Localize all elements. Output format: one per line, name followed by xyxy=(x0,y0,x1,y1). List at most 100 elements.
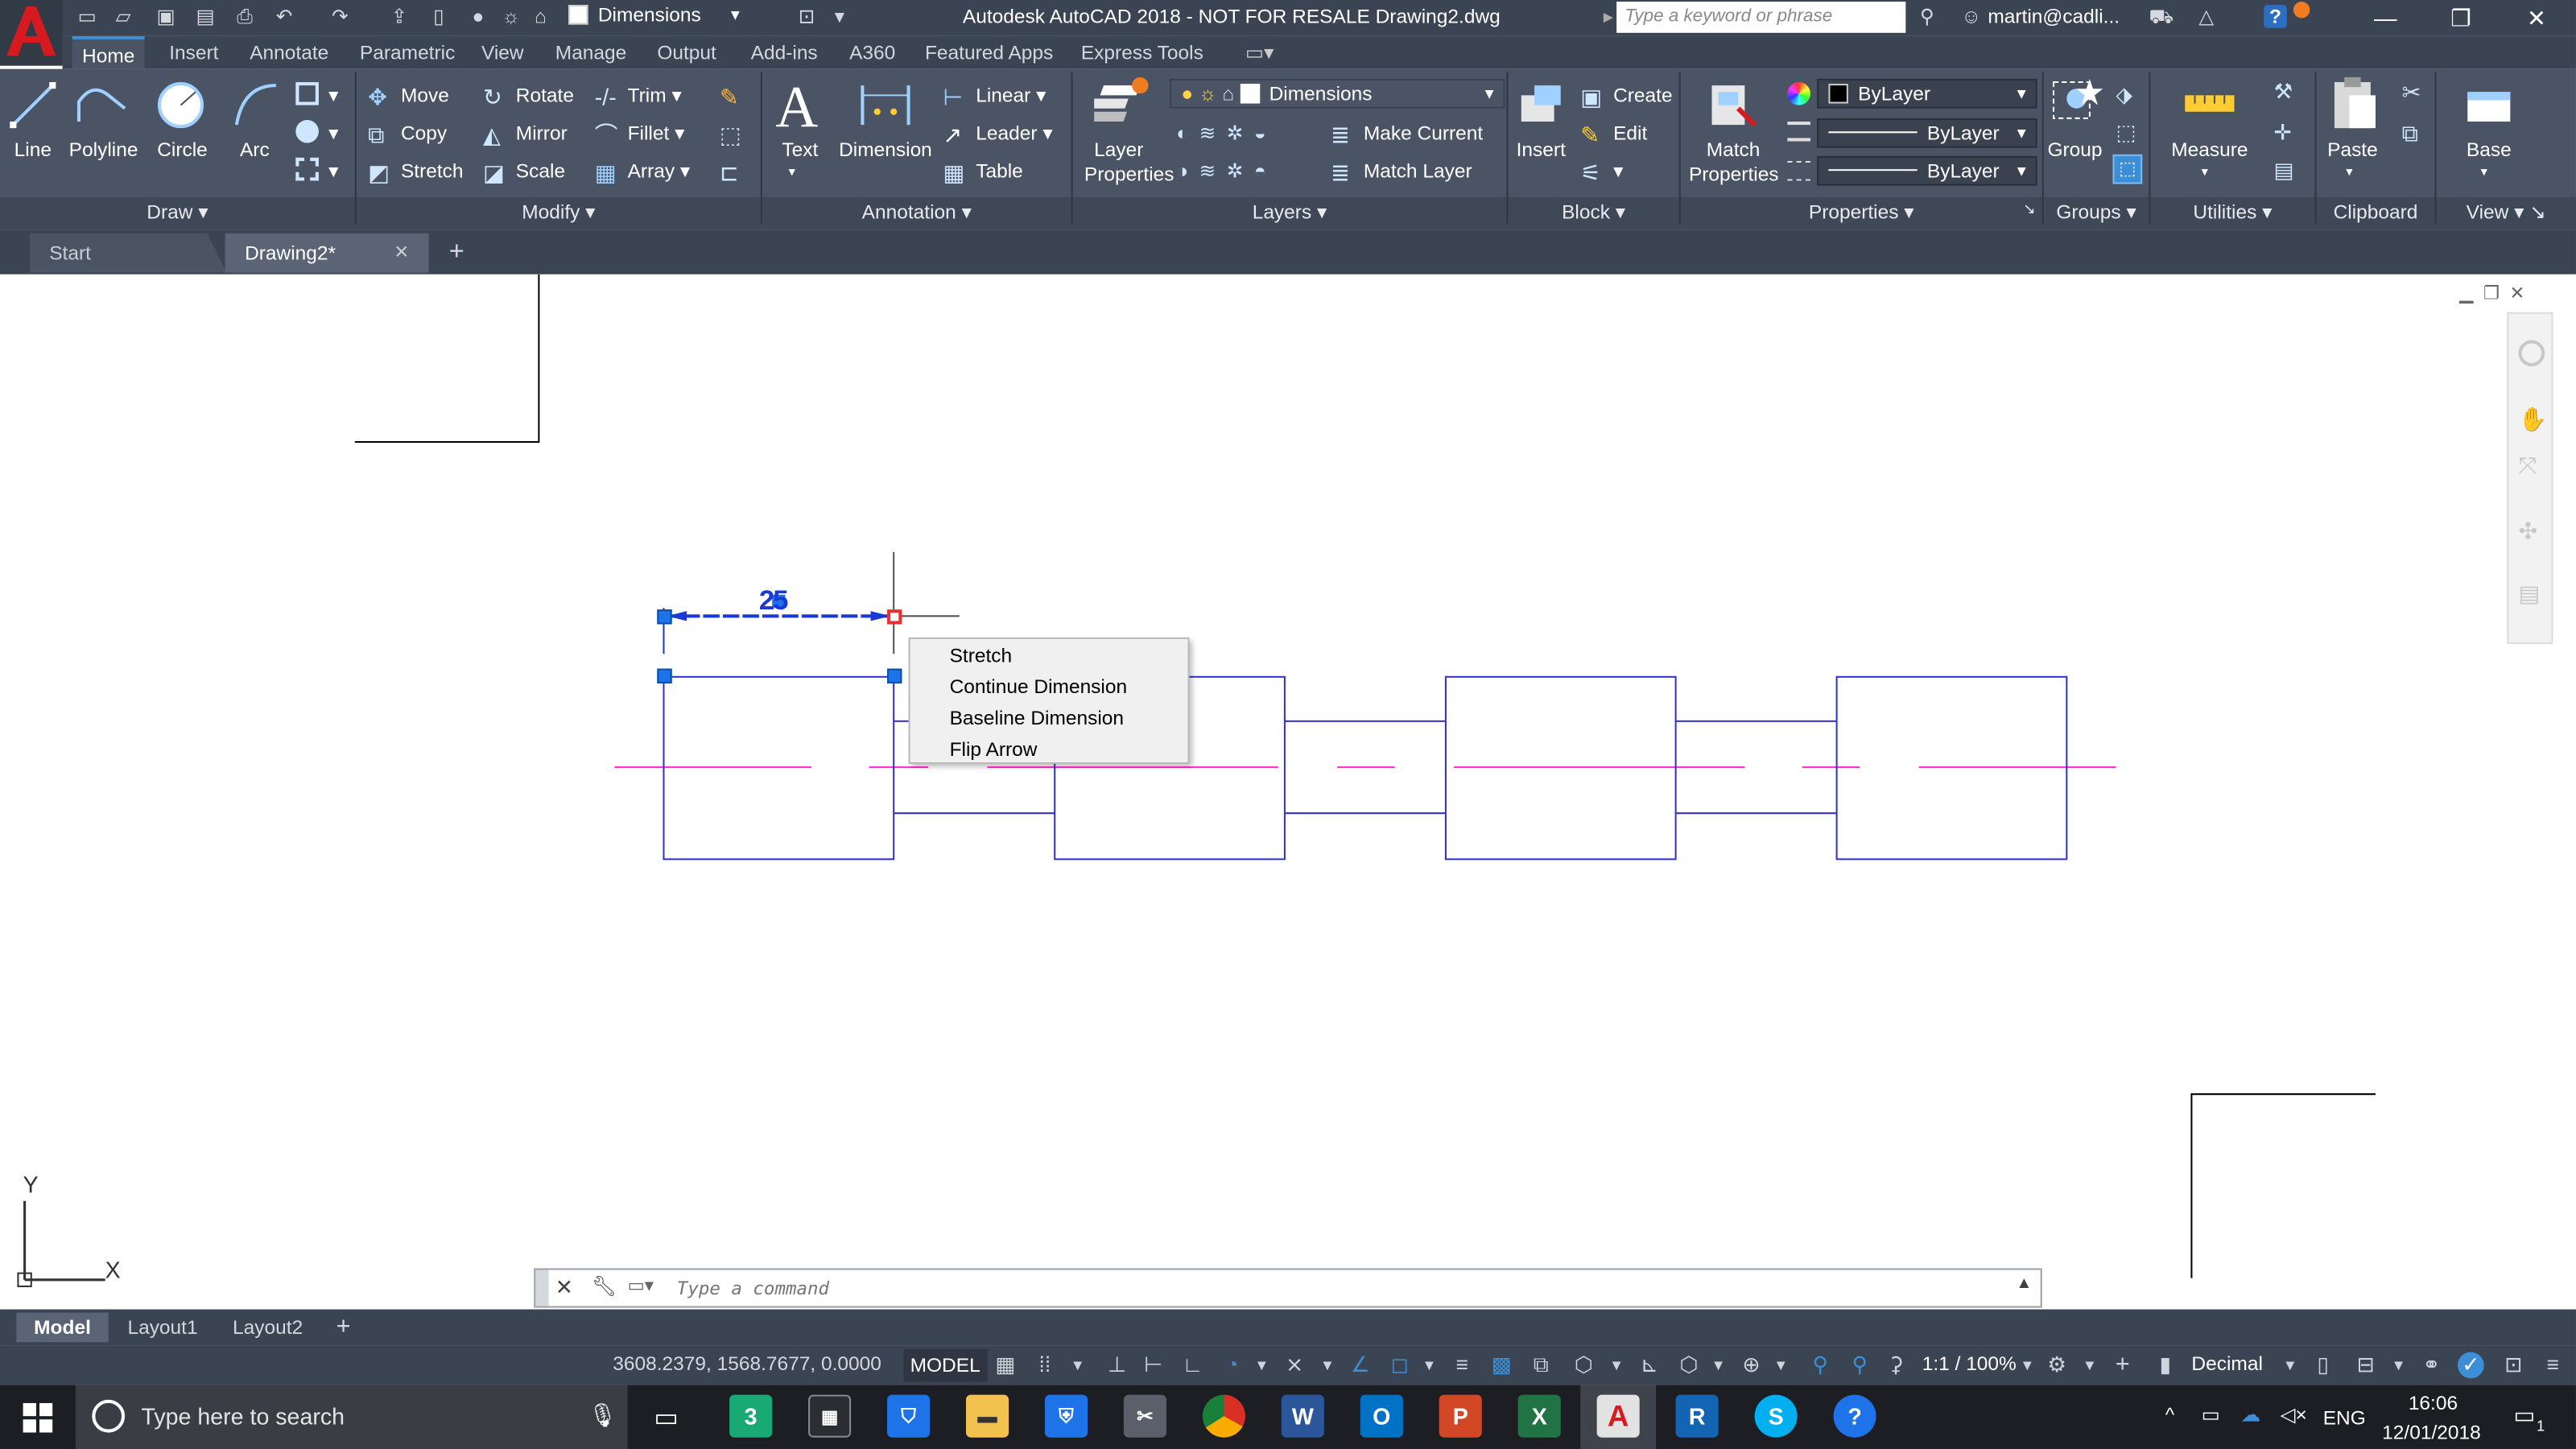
fillet-button[interactable]: ⌒ Fillet ▾ xyxy=(595,118,685,148)
gizmo-icon[interactable]: ⊕ xyxy=(1738,1352,1765,1379)
offset-button[interactable]: ⊏ xyxy=(720,156,753,186)
onedrive-icon[interactable]: ☁ xyxy=(2241,1403,2260,1426)
linear-dimension-button[interactable]: ⊢ Linear ▾ xyxy=(943,80,1046,110)
tab-drawing2[interactable]: Drawing2* ✕ xyxy=(225,233,429,273)
menu-item-baseline-dimension[interactable]: Baseline Dimension xyxy=(950,707,1124,730)
grip-dim-left[interactable] xyxy=(657,609,672,625)
isodraft-icon[interactable]: ⨯ xyxy=(1282,1352,1308,1379)
close-tab-icon[interactable]: ✕ xyxy=(394,233,409,273)
help-icon[interactable]: ? xyxy=(2264,5,2287,28)
line-button[interactable]: Line xyxy=(6,138,59,163)
taskbar-snipping-tool-icon[interactable]: ✂ xyxy=(1123,1394,1166,1438)
dynamic-input-icon[interactable]: ⊢ xyxy=(1140,1352,1166,1379)
taskbar-calculator-icon[interactable]: ▦ xyxy=(808,1394,852,1438)
user-account[interactable]: martin@cadli... xyxy=(1988,5,2120,28)
transparency-icon[interactable]: ▩ xyxy=(1488,1352,1515,1379)
new-tab-plus-icon[interactable]: + xyxy=(437,237,477,270)
dynamic-ucs-icon[interactable]: ⊾ xyxy=(1637,1352,1663,1379)
edit-attributes-button[interactable]: ⚟ ▾ xyxy=(1580,156,1623,186)
recent-commands-icon[interactable]: ▭▾ xyxy=(628,1275,654,1296)
dialog-launcher-icon[interactable]: ↘ xyxy=(2023,200,2035,218)
qat-layer-dropdown[interactable]: Dimensions ▼ xyxy=(558,2,749,31)
panel-title-view[interactable]: View ▾ ↘ xyxy=(2437,200,2576,227)
make-current-button[interactable]: ≣ Make Current xyxy=(1331,118,1483,148)
orbit-icon[interactable]: ✣ xyxy=(2519,518,2538,546)
tab-add-ins[interactable]: Add-ins xyxy=(751,41,818,64)
tab-layout1[interactable]: Layout1 xyxy=(115,1313,210,1343)
tab-view[interactable]: View xyxy=(481,41,524,64)
taskbar-autocad-icon[interactable]: A xyxy=(1596,1394,1640,1438)
chevron-down-icon[interactable]: ▼ xyxy=(2077,1352,2103,1379)
array-button[interactable]: ▦ Array ▾ xyxy=(595,156,690,186)
chevron-down-icon[interactable]: ▼ xyxy=(1604,1352,1630,1379)
taskbar-file-explorer-icon[interactable]: ▬ xyxy=(965,1394,1009,1438)
scale-button[interactable]: ◪ Scale xyxy=(483,156,565,186)
units-value[interactable]: Decimal xyxy=(2191,1352,2262,1376)
measure-button[interactable]: Measure xyxy=(2165,138,2254,163)
panel-title-groups[interactable]: Groups ▾ xyxy=(2044,200,2149,227)
ungroup-icon[interactable]: ⬗ xyxy=(2116,82,2132,109)
panel-title-annotation[interactable]: Annotation ▾ xyxy=(762,200,1071,227)
showmotion-icon[interactable]: ▤ xyxy=(2519,580,2541,608)
table-button[interactable]: ▦ Table xyxy=(943,156,1022,186)
chevron-down-icon[interactable]: ▼ xyxy=(1416,1352,1443,1379)
tab-layout2[interactable]: Layout2 xyxy=(220,1313,315,1343)
polyline-button[interactable]: Polyline xyxy=(66,138,142,163)
menu-item-continue-dimension[interactable]: Continue Dimension xyxy=(950,675,1128,699)
pan-hand-icon[interactable]: ✋ xyxy=(2519,406,2548,434)
binoculars-icon[interactable]: ⚲ xyxy=(1916,5,1939,28)
hatch-tool[interactable]: ▾ xyxy=(295,118,338,148)
match-layer-button[interactable]: ≣ Match Layer xyxy=(1331,156,1472,186)
create-block-button[interactable]: ▣ Create xyxy=(1580,80,1672,110)
taskbar-revit-icon[interactable]: R xyxy=(1675,1394,1719,1438)
circle-button[interactable]: Circle xyxy=(151,138,214,163)
tab-model[interactable]: Model xyxy=(16,1312,109,1343)
command-input[interactable] xyxy=(676,1274,1992,1302)
taskbar-excel-icon[interactable]: X xyxy=(1517,1394,1561,1438)
battery-icon[interactable]: ▭ xyxy=(2202,1403,2220,1426)
annotation-scale-value[interactable]: 1:1 / 100% xyxy=(1922,1352,2017,1376)
taskbar-outlook-icon[interactable]: O xyxy=(1360,1394,1403,1438)
chevron-down-icon[interactable]: ▼ xyxy=(1705,1352,1732,1379)
linetype-dropdown[interactable]: ByLayer ▼ xyxy=(1817,155,2037,186)
undo-icon[interactable]: ↶ xyxy=(273,5,296,28)
calculator-icon[interactable]: ▤ xyxy=(2273,158,2293,184)
leader-button[interactable]: ↗ Leader ▾ xyxy=(943,118,1052,148)
menu-item-flip-arrow[interactable]: Flip Arrow xyxy=(950,737,1038,761)
chevron-down-icon[interactable]: ▼ xyxy=(1064,1352,1091,1379)
object-snap-tracking-icon[interactable]: ∠ xyxy=(1347,1352,1373,1379)
viewport-restore-icon[interactable]: ❐ xyxy=(2483,284,2500,303)
menu-item-stretch[interactable]: Stretch xyxy=(950,644,1013,667)
annotation-scale-icon[interactable]: ⚳ xyxy=(1883,1352,1909,1379)
open-file-icon[interactable]: ▱ xyxy=(112,5,135,28)
ribbon-minimize-icon[interactable]: ▭▾ xyxy=(1245,41,1274,64)
taskbar-defender-icon[interactable]: ⛨ xyxy=(1044,1394,1088,1438)
windows-start-icon[interactable] xyxy=(23,1402,53,1433)
rotate-button[interactable]: ↻ Rotate xyxy=(483,80,574,110)
microphone-icon[interactable]: 🎙︎ xyxy=(588,1402,617,1430)
chevron-down-icon[interactable]: ▼ xyxy=(2385,1352,2412,1379)
panel-title-clipboard[interactable]: Clipboard xyxy=(2317,200,2435,227)
panel-title-layers[interactable]: Layers ▾ xyxy=(1073,200,1507,227)
minimize-icon[interactable]: — xyxy=(2369,3,2402,33)
chevron-down-icon[interactable]: ▼ xyxy=(2014,1352,2041,1379)
layer-state-icon[interactable]: ⊡ xyxy=(795,5,819,28)
snap-icon[interactable]: ⁞⁞ xyxy=(1032,1352,1059,1379)
help-search-input[interactable]: Type a keyword or phrase xyxy=(1616,2,1906,33)
dimension-button[interactable]: Dimension xyxy=(835,138,937,163)
viewport-close-icon[interactable]: ✕ xyxy=(2510,284,2525,303)
store-cart-icon[interactable]: ⛟ xyxy=(2149,5,2174,28)
command-line-grip[interactable] xyxy=(535,1269,549,1307)
action-center-icon[interactable]: ▭ xyxy=(2513,1402,2535,1430)
color-dropdown[interactable]: ByLayer ▼ xyxy=(1817,78,2037,109)
3d-osnap-icon[interactable]: ⬡ xyxy=(1571,1352,1597,1379)
grip-ext-left[interactable] xyxy=(657,668,672,683)
quick-properties-icon[interactable]: ▯ xyxy=(2310,1352,2336,1379)
chevron-down-icon[interactable]: ▼ xyxy=(2277,1352,2304,1379)
clean-screen-icon[interactable]: ⊡ xyxy=(2500,1352,2527,1379)
tab-start[interactable]: Start xyxy=(29,233,227,273)
close-icon[interactable]: ✕ xyxy=(2520,3,2553,33)
stretch-button[interactable]: ◩ Stretch xyxy=(368,156,463,186)
cut-icon[interactable]: ✂ xyxy=(2402,79,2421,107)
a360-icon[interactable]: △ xyxy=(2195,5,2219,28)
